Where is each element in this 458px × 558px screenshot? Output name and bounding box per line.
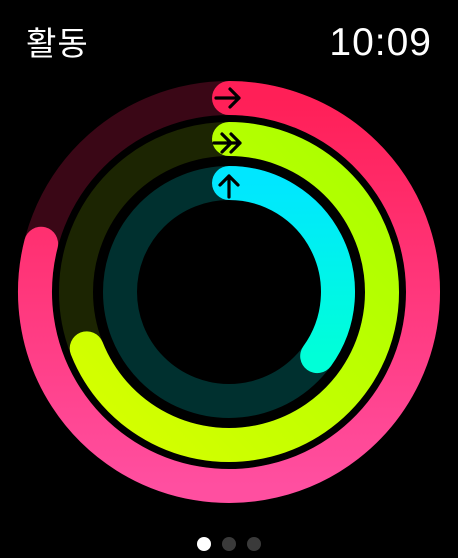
activity-rings[interactable] — [0, 0, 458, 558]
stand-ring — [103, 166, 355, 418]
stand-ring-progress — [212, 166, 355, 374]
page-indicator[interactable] — [0, 537, 458, 551]
page-dot-3[interactable] — [247, 537, 261, 551]
page-dot-2[interactable] — [222, 537, 236, 551]
page-dot-1[interactable] — [197, 537, 211, 551]
